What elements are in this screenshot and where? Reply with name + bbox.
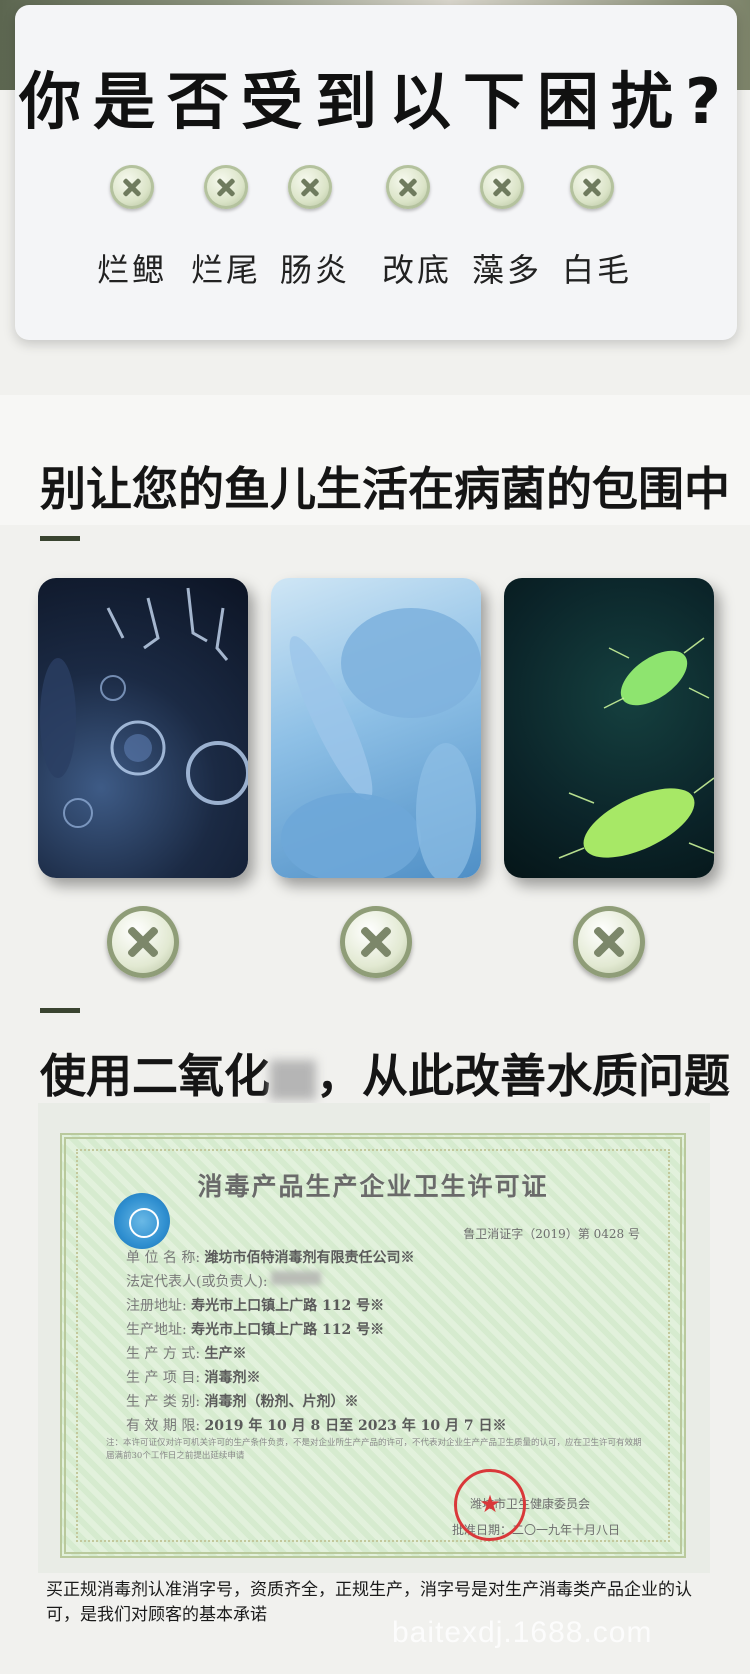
blurred-word (270, 1059, 316, 1100)
x-mark-icon (386, 165, 430, 209)
troubles-card: 你是否受到以下困扰? 烂鳃 烂尾 肠炎 改底 藻多 白毛 (15, 5, 737, 340)
bacteria-green-illustration (558, 637, 714, 859)
bacteria-green-image (504, 578, 714, 878)
row-value: 生产※ (204, 1346, 247, 1362)
certificate-row: 法定代表人(或负责人): (126, 1271, 268, 1291)
x-mark-icon (573, 906, 645, 978)
x-mark-icon (570, 165, 614, 209)
bacteria-blue-image (271, 578, 481, 878)
solution-heading: 使用二氧化 ，从此改善水质问题 (40, 1040, 730, 1106)
row-value: 潍坊市佰特消毒剂有限责任公司※ (204, 1250, 415, 1266)
certificate-row: 生产地址: 寿光市上口镇上广路 112 号※ (126, 1319, 384, 1339)
row-label: 单 位 名 称: (126, 1250, 201, 1266)
certificate: 消毒产品生产企业卫生许可证 鲁卫消证字（2019）第 0428 号 单 位 名 … (60, 1133, 686, 1558)
certificate-title: 消毒产品生产企业卫生许可证 (197, 1172, 549, 1201)
certificate-row: 生 产 方 式: 生产※ (126, 1343, 247, 1363)
row-label: 生 产 类 别: (126, 1394, 201, 1410)
row-value: 寿光市上口镇上广路 112 号※ (191, 1298, 385, 1314)
x-mark-icon (204, 165, 248, 209)
certificate-row: 有 效 期 限: 2019 年 10 月 8 日至 2023 年 10 月 7 … (126, 1415, 507, 1435)
virus-image (38, 578, 248, 878)
watermark: baitexdj.1688.com (392, 1616, 653, 1649)
redacted-name (271, 1271, 321, 1285)
section-divider-dash (40, 536, 80, 541)
row-label: 生产地址: (126, 1322, 187, 1338)
row-label: 有 效 期 限: (126, 1418, 201, 1434)
row-label: 注册地址: (126, 1298, 187, 1314)
row-value: 2019 年 10 月 8 日至 2023 年 10 月 7 日※ (204, 1418, 507, 1434)
row-label: 生 产 项 目: (126, 1370, 201, 1386)
row-value: 消毒剂（粉剂、片剂）※ (204, 1394, 359, 1410)
x-mark-icon (110, 165, 154, 209)
certificate-number: 鲁卫消证字（2019）第 0428 号 (463, 1227, 640, 1241)
bacteria-heading: 别让您的鱼儿生活在病菌的包围中 (40, 462, 730, 516)
certificate-row: 注册地址: 寿光市上口镇上广路 112 号※ (126, 1295, 384, 1315)
bacteria-blue-illustration (281, 608, 481, 878)
x-mark-icon (480, 165, 524, 209)
certificate-row: 生 产 项 目: 消毒剂※ (126, 1367, 261, 1387)
certificate-row: 生 产 类 别: 消毒剂（粉剂、片剂）※ (126, 1391, 359, 1411)
row-label: 生 产 方 式: (126, 1346, 201, 1362)
seal-star-icon: ★ (479, 1490, 501, 1518)
row-value: 寿光市上口镇上广路 112 号※ (191, 1322, 385, 1338)
solution-heading-before: 使用二氧化 (40, 1049, 270, 1103)
certificate-photo: 消毒产品生产企业卫生许可证 鲁卫消证字（2019）第 0428 号 单 位 名 … (38, 1103, 710, 1573)
section-divider-dash (40, 1008, 80, 1013)
trouble-label: 白毛 (561, 251, 632, 289)
certificate-row: 单 位 名 称: 潍坊市佰特消毒剂有限责任公司※ (126, 1247, 415, 1267)
virus-illustration (40, 587, 248, 828)
x-mark-icon (340, 906, 412, 978)
trouble-label: 肠炎 (279, 251, 350, 289)
certificate-note: 注：本许可证仅对许可机关许可的生产条件负责，不是对企业所生产产品的许可，不代表对… (106, 1438, 642, 1461)
red-seal-stamp: ★ (454, 1469, 526, 1541)
x-mark-icon (107, 906, 179, 978)
x-mark-icon (288, 165, 332, 209)
row-label: 法定代表人(或负责人): (126, 1274, 268, 1290)
solution-heading-after: ，从此改善水质问题 (316, 1049, 730, 1103)
troubles-title: 你是否受到以下困扰? (19, 65, 733, 138)
row-value: 消毒剂※ (204, 1370, 261, 1386)
